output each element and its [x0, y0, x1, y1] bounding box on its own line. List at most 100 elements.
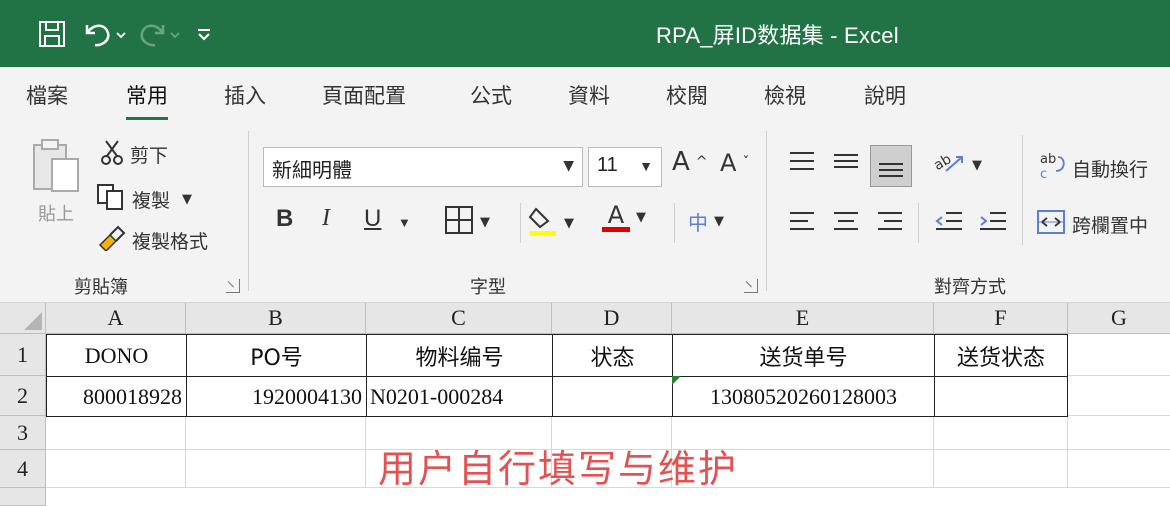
cell-b2[interactable]: 1920004130 — [186, 376, 367, 417]
align-bottom-button[interactable] — [870, 145, 912, 187]
undo-icon[interactable] — [78, 14, 130, 54]
orientation-button[interactable]: ab ▼ — [931, 149, 982, 182]
chevron-down-icon: ▼ — [564, 216, 574, 231]
wrap-text-button[interactable]: ab c 自動換行 — [1038, 151, 1148, 186]
align-middle-icon — [832, 149, 860, 178]
tab-review[interactable]: 校閱 — [666, 80, 708, 110]
wrap-text-label: 自動換行 — [1072, 159, 1149, 181]
cell-e1[interactable]: 送货单号 — [672, 334, 935, 377]
cell-a1[interactable]: DONO — [46, 334, 187, 377]
row-header-2[interactable]: 2 — [0, 376, 46, 416]
alignment-group-label: 對齊方式 — [934, 277, 1006, 298]
align-center-button[interactable] — [832, 209, 860, 238]
tab-formulas[interactable]: 公式 — [470, 80, 512, 110]
save-icon[interactable] — [30, 14, 74, 54]
paste-button[interactable]: 貼上 — [30, 137, 82, 226]
font-launcher-icon[interactable] — [744, 279, 758, 293]
redo-icon — [134, 14, 186, 54]
phonetic-button[interactable]: 中 ▼ — [688, 207, 724, 236]
cut-button[interactable]: 剪下 — [100, 139, 168, 170]
borders-button[interactable]: ▼ — [444, 205, 490, 240]
row-header-1[interactable]: 1 — [0, 334, 46, 376]
column-header-e[interactable]: E — [672, 303, 934, 334]
align-right-button[interactable] — [876, 209, 904, 238]
column-header-d[interactable]: D — [552, 303, 672, 334]
divider — [674, 203, 675, 243]
chevron-down-icon: ▼ — [714, 214, 724, 229]
cut-label: 剪下 — [130, 145, 169, 167]
tab-page-layout[interactable]: 頁面配置 — [322, 80, 406, 110]
italic-button[interactable]: I — [322, 205, 330, 232]
font-color-button[interactable]: A ▼ — [602, 203, 646, 232]
align-left-button[interactable] — [788, 209, 816, 238]
cell[interactable] — [186, 416, 366, 450]
cell-b1[interactable]: PO号 — [186, 334, 367, 377]
cell[interactable] — [1068, 334, 1170, 376]
worksheet-grid[interactable]: A B C D E F G 1 2 3 4 DONO PO号 物料编号 状态 送… — [0, 303, 1170, 506]
chevron-down-icon: ▼ — [563, 158, 574, 174]
customize-icon[interactable] — [190, 14, 218, 54]
column-header-a[interactable]: A — [46, 303, 186, 334]
align-top-icon — [788, 149, 816, 178]
column-header-b[interactable]: B — [186, 303, 366, 334]
error-indicator-icon[interactable] — [672, 376, 681, 385]
tab-help[interactable]: 說明 — [864, 80, 906, 110]
tab-file[interactable]: 檔案 — [26, 80, 68, 110]
cell[interactable] — [1068, 416, 1170, 450]
row-header-5[interactable] — [0, 488, 46, 506]
align-middle-button[interactable] — [832, 149, 860, 178]
shrink-font-button[interactable]: Aˇ — [720, 149, 749, 177]
tab-data[interactable]: 資料 — [568, 80, 610, 110]
align-top-button[interactable] — [788, 149, 816, 178]
decrease-indent-button[interactable] — [934, 209, 964, 238]
cell[interactable] — [934, 450, 1068, 488]
cell[interactable] — [46, 416, 186, 450]
format-painter-icon — [96, 225, 126, 256]
cell-a2[interactable]: 800018928 — [46, 376, 187, 417]
cell[interactable] — [46, 450, 186, 488]
cell-c1[interactable]: 物料编号 — [366, 334, 553, 377]
window-title: RPA_屏ID数据集 - Excel — [656, 23, 899, 48]
wrap-text-icon: ab c — [1038, 151, 1066, 186]
column-header-g[interactable]: G — [1068, 303, 1170, 334]
font-size-select[interactable]: 11 ▼ — [588, 147, 662, 187]
fill-color-button[interactable]: ▼ — [528, 205, 574, 242]
increase-indent-button[interactable] — [978, 209, 1008, 238]
cell-d1[interactable]: 状态 — [552, 334, 673, 377]
copy-button[interactable]: 複製 ▼ — [96, 183, 192, 216]
column-header-c[interactable]: C — [366, 303, 552, 334]
chevron-down-icon[interactable]: ▼ — [182, 192, 192, 207]
scissors-icon — [100, 139, 124, 170]
cell-c2[interactable]: N0201-000284 — [366, 376, 553, 417]
grow-font-button[interactable]: A ^ — [672, 147, 708, 177]
font-name-select[interactable]: 新細明體 ▼ — [263, 147, 583, 187]
align-bottom-icon — [877, 154, 905, 185]
merge-center-button[interactable]: 跨欄置中 — [1036, 209, 1148, 240]
group-divider — [766, 131, 767, 291]
merge-center-label: 跨欄置中 — [1072, 215, 1149, 237]
tab-insert[interactable]: 插入 — [224, 80, 266, 110]
cell[interactable] — [1068, 376, 1170, 416]
row-header-3[interactable]: 3 — [0, 416, 46, 450]
cell-f1[interactable]: 送货状态 — [934, 334, 1068, 377]
cell[interactable] — [1068, 450, 1170, 488]
cell[interactable] — [186, 450, 366, 488]
font-group-label: 字型 — [470, 277, 506, 298]
tab-view[interactable]: 檢視 — [764, 80, 806, 110]
select-all-button[interactable] — [0, 303, 46, 334]
paste-icon — [30, 137, 82, 198]
chevron-down-icon[interactable]: ▼ — [398, 215, 411, 230]
row-header-4[interactable]: 4 — [0, 450, 46, 488]
cell-d2[interactable] — [552, 376, 673, 417]
underline-button[interactable]: U — [364, 205, 381, 233]
cell[interactable] — [934, 416, 1068, 450]
tab-home[interactable]: 常用 — [126, 80, 168, 120]
instruction-note: 用户自行填写与维护 — [378, 447, 739, 491]
bold-button[interactable]: B — [276, 205, 293, 233]
copy-icon — [96, 183, 126, 216]
format-painter-button[interactable]: 複製格式 — [96, 225, 208, 256]
cell-f2[interactable] — [934, 376, 1068, 417]
cell-e2[interactable]: 13080520260128003 — [672, 376, 935, 417]
clipboard-launcher-icon[interactable] — [226, 279, 240, 293]
column-header-f[interactable]: F — [934, 303, 1068, 334]
